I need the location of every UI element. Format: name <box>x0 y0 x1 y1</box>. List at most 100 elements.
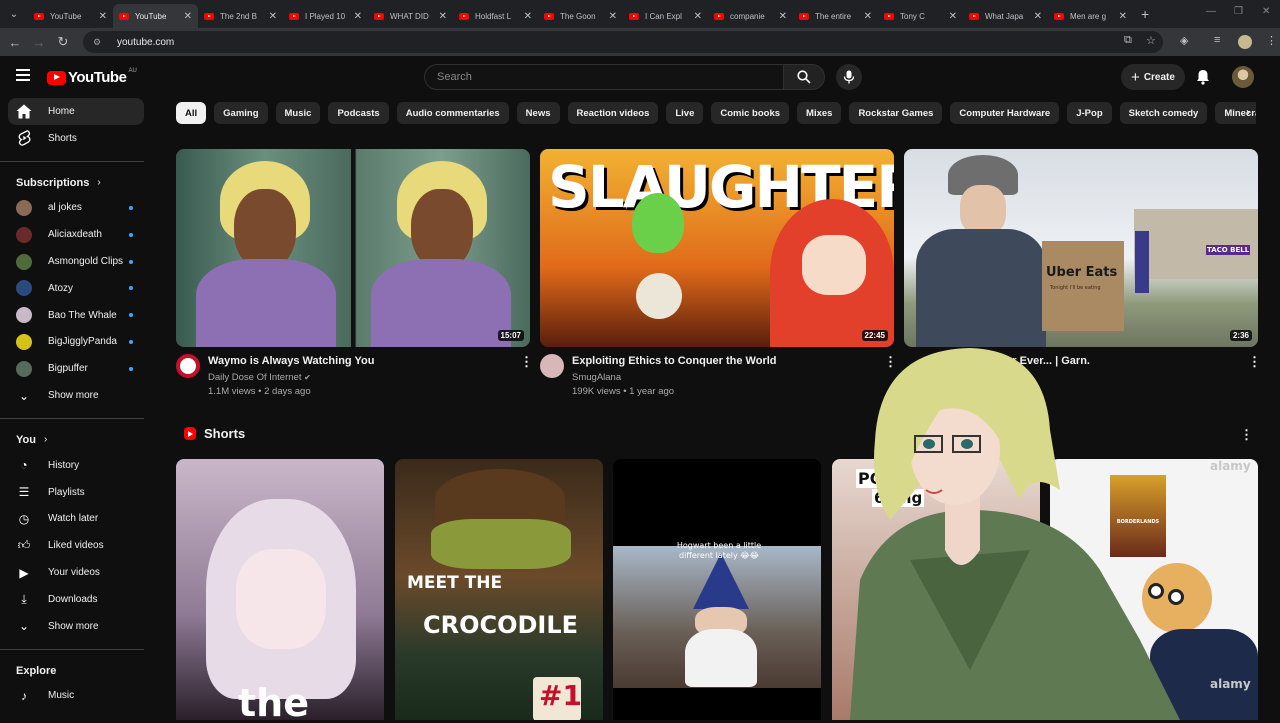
close-tab-icon[interactable]: ✕ <box>184 11 192 22</box>
filter-chip[interactable]: Computer Hardware <box>950 102 1060 124</box>
filter-chip[interactable]: Live <box>666 102 704 124</box>
filter-chip[interactable]: Podcasts <box>328 102 389 124</box>
address-bar[interactable]: ⚙ youtube.com <box>83 31 1163 53</box>
create-button[interactable]: + Create <box>1121 64 1185 90</box>
browser-tab[interactable]: What Japa ✕ <box>963 4 1048 28</box>
video-title[interactable]: Exploiting Ethics to Conquer the World <box>572 355 872 367</box>
profile-avatar-icon[interactable] <box>1238 35 1252 49</box>
video-thumbnail[interactable]: SLAUGHTER 22:45 <box>540 149 894 347</box>
close-tab-icon[interactable]: ✕ <box>694 11 702 22</box>
sidebar-item-playlists[interactable]: ☰ Playlists <box>0 479 156 506</box>
sidebar-item-home[interactable]: Home <box>8 98 144 125</box>
sidebar-item-subscription[interactable]: al jokes <box>0 195 156 222</box>
minimize-icon[interactable]: — <box>1206 6 1216 17</box>
guide-menu-icon[interactable] <box>16 69 30 81</box>
close-tab-icon[interactable]: ✕ <box>864 11 872 22</box>
close-tab-icon[interactable]: ✕ <box>779 11 787 22</box>
close-tab-icon[interactable]: ✕ <box>99 11 107 22</box>
shorts-more-actions-icon[interactable]: ⋮ <box>1240 427 1253 443</box>
filter-chip[interactable]: Mixes <box>797 102 842 124</box>
channel-name[interactable]: SmugAlana <box>572 372 621 383</box>
sidebar-item-watch-later[interactable]: ◷ Watch later <box>0 506 156 533</box>
subscriptions-heading[interactable]: Subscriptions › <box>0 171 156 195</box>
sidebar-item-shorts[interactable]: Shorts <box>0 125 156 152</box>
video-title[interactable]: Waymo is Always Watching You <box>208 355 508 367</box>
media-controls-icon[interactable]: ≡ <box>1214 34 1220 46</box>
notifications-button[interactable] <box>1196 69 1210 88</box>
browser-tab[interactable]: I Can Expl ✕ <box>623 4 708 28</box>
close-tab-icon[interactable]: ✕ <box>439 11 447 22</box>
forward-icon[interactable]: → <box>27 35 51 50</box>
browser-tab[interactable]: The 2nd B ✕ <box>198 4 283 28</box>
bookmark-star-icon[interactable]: ☆ <box>1146 34 1156 47</box>
sidebar-item-subscription[interactable]: Asmongold Clips <box>0 248 156 275</box>
browser-tab[interactable]: YouTube ✕ <box>113 4 198 28</box>
short-card[interactable]: MEET THE CROCODILE #1 <box>395 459 603 720</box>
close-tab-icon[interactable]: ✕ <box>1119 11 1127 22</box>
video-thumbnail[interactable]: TACO BELL Uber Eats Tonight I'll be eati… <box>904 149 1258 347</box>
back-icon[interactable]: ← <box>3 35 27 50</box>
sidebar-item-subscription[interactable]: BigJigglyPanda <box>0 329 156 356</box>
close-tab-icon[interactable]: ✕ <box>524 11 532 22</box>
video-thumbnail[interactable]: 15:07 <box>176 149 530 347</box>
you-heading[interactable]: You › <box>0 428 156 452</box>
you-show-more[interactable]: ⌄ Show more <box>0 613 156 640</box>
voice-search-button[interactable] <box>836 64 862 90</box>
filter-chip[interactable]: All <box>176 102 207 124</box>
filter-chip[interactable]: Reaction videos <box>567 102 659 124</box>
search-input[interactable]: Search <box>424 64 784 90</box>
close-tab-icon[interactable]: ✕ <box>269 11 277 22</box>
browser-tab[interactable]: Holdfast L ✕ <box>453 4 538 28</box>
sidebar-item-downloads[interactable]: ⤓ Downloads <box>0 586 156 613</box>
filter-chip[interactable]: News <box>516 102 560 124</box>
channel-name[interactable]: Daily Dose Of Internet ✔ <box>208 372 311 383</box>
site-info-icon[interactable]: ⚙ <box>93 37 105 47</box>
browser-tab[interactable]: I Played 10 ✕ <box>283 4 368 28</box>
channel-avatar[interactable] <box>176 354 200 378</box>
close-tab-icon[interactable]: ✕ <box>354 11 362 22</box>
video-more-actions-icon[interactable]: ⋮ <box>1248 354 1261 370</box>
search-button[interactable] <box>783 64 825 90</box>
browser-tab[interactable]: companie ✕ <box>708 4 793 28</box>
filter-chip[interactable]: Rockstar Games <box>849 102 943 124</box>
tab-search-chevron-icon[interactable]: ⌄ <box>0 0 28 28</box>
sidebar-item-subscription[interactable]: Aliciaxdeath <box>0 221 156 248</box>
browser-tab[interactable]: Tony C ✕ <box>878 4 963 28</box>
maximize-icon[interactable]: ❐ <box>1234 6 1243 17</box>
short-card[interactable]: Hogwart been a little different lately 😂… <box>613 459 821 720</box>
sidebar-item-history[interactable]: ◔ History <box>0 452 156 479</box>
filter-chip[interactable]: Gaming <box>214 102 268 124</box>
sidebar-item-liked-videos[interactable]: 👍︎ Liked videos <box>0 532 156 559</box>
filter-chip[interactable]: J-Pop <box>1067 102 1112 124</box>
sidebar-item-your-videos[interactable]: ▶ Your videos <box>0 559 156 586</box>
reload-icon[interactable]: ↻ <box>51 34 75 50</box>
filter-chip[interactable]: Comic books <box>711 102 790 124</box>
account-avatar[interactable] <box>1232 66 1254 88</box>
short-card[interactable]: the <box>176 459 384 720</box>
browser-tab[interactable]: YouTube ✕ <box>28 4 113 28</box>
sidebar-item-music[interactable]: ♪ Music <box>0 683 156 710</box>
close-tab-icon[interactable]: ✕ <box>609 11 617 22</box>
browser-tab[interactable]: WHAT DID ✕ <box>368 4 453 28</box>
browser-tab[interactable]: The Goon ✕ <box>538 4 623 28</box>
browser-menu-icon[interactable]: ⋮ <box>1266 34 1277 47</box>
extensions-icon[interactable]: ◈ <box>1180 34 1188 47</box>
install-app-icon[interactable]: ⧉ <box>1124 34 1132 47</box>
youtube-logo[interactable]: YouTube AU <box>47 68 137 86</box>
close-window-icon[interactable]: ✕ <box>1262 6 1270 17</box>
video-more-actions-icon[interactable]: ⋮ <box>520 354 533 370</box>
close-tab-icon[interactable]: ✕ <box>1034 11 1042 22</box>
filter-chip[interactable]: Music <box>275 102 321 124</box>
filter-chip[interactable]: Audio commentaries <box>396 102 509 124</box>
channel-avatar[interactable] <box>540 354 564 378</box>
sidebar-item-subscription[interactable]: Bao The Whale <box>0 302 156 329</box>
sidebar-item-subscription[interactable]: Atozy <box>0 275 156 302</box>
sidebar-item-subscription[interactable]: Bigpuffer <box>0 355 156 382</box>
filter-chip[interactable]: Sketch comedy <box>1119 102 1208 124</box>
browser-tab[interactable]: Men are g ✕ <box>1048 4 1133 28</box>
chips-next-arrow-icon[interactable]: › <box>1246 105 1250 119</box>
browser-tab[interactable]: The entire ✕ <box>793 4 878 28</box>
new-tab-button[interactable]: + <box>1141 6 1149 22</box>
subscriptions-show-more[interactable]: ⌄ Show more <box>0 382 156 409</box>
close-tab-icon[interactable]: ✕ <box>949 11 957 22</box>
